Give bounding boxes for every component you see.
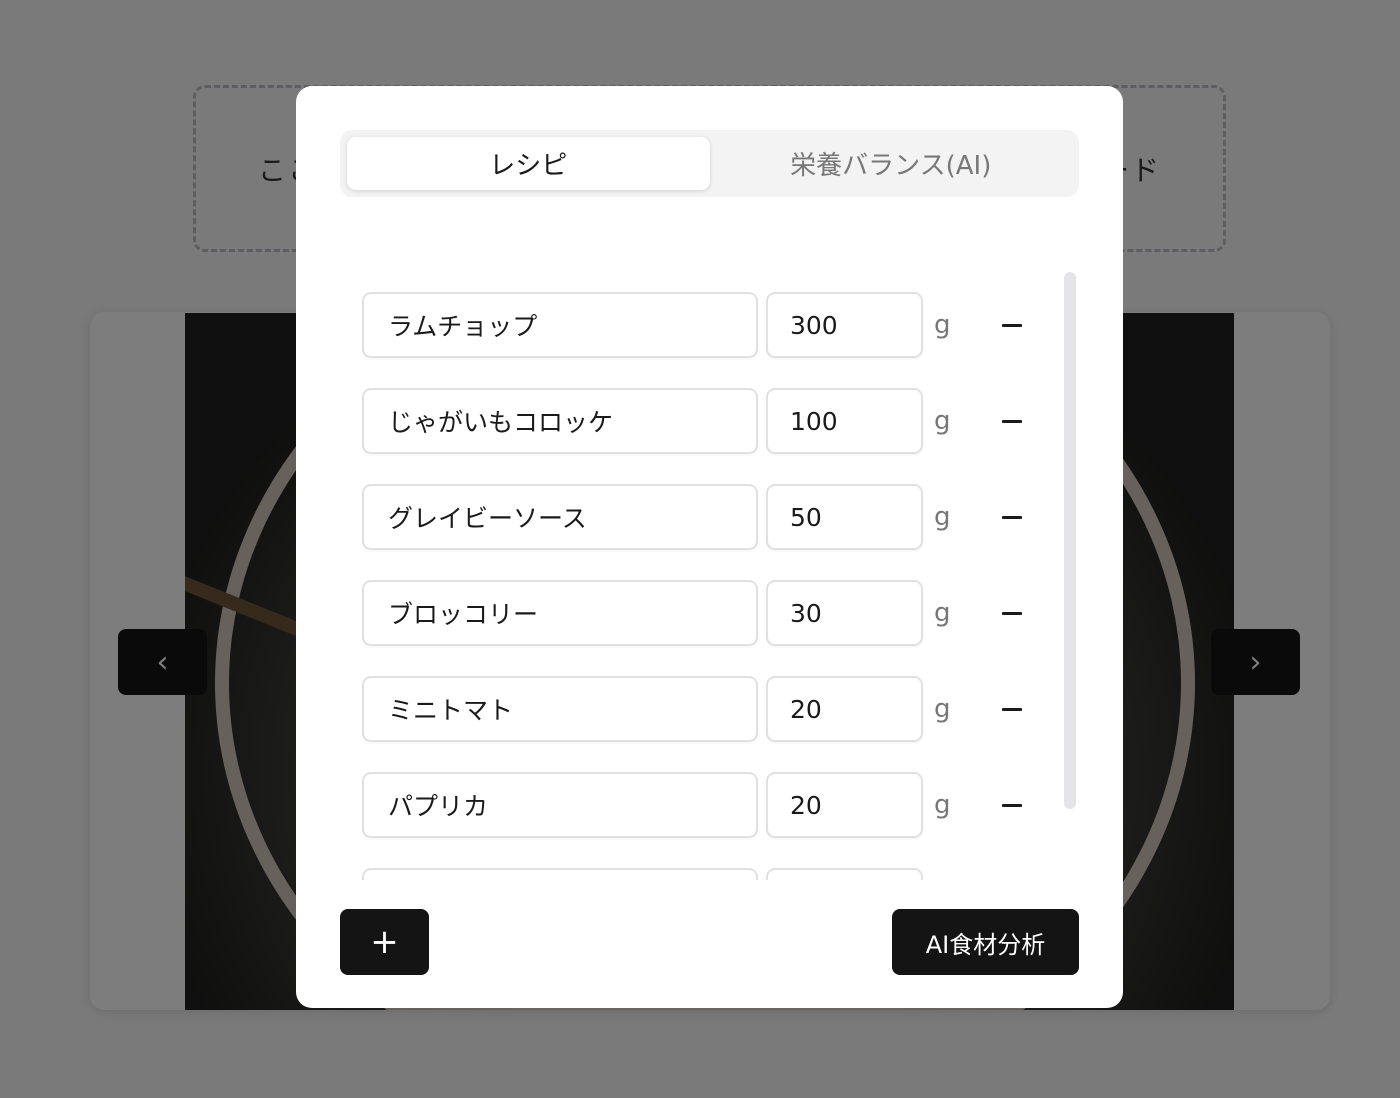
- remove-ingredient-button[interactable]: [996, 697, 1028, 721]
- minus-icon: [1002, 611, 1022, 615]
- unit-label: g: [934, 790, 951, 820]
- ingredient-name-input[interactable]: ブロッコリー: [362, 580, 758, 646]
- ingredient-name-input[interactable]: グレイビーソース: [362, 484, 758, 550]
- ingredient-name-input[interactable]: パプリカ: [362, 772, 758, 838]
- ingredient-list-scrollbar[interactable]: [1064, 272, 1076, 809]
- ingredient-amount-input[interactable]: [766, 868, 923, 880]
- ingredient-row: じゃがいもコロッケ 100 g: [362, 388, 1042, 454]
- remove-ingredient-button[interactable]: [996, 601, 1028, 625]
- ingredient-row: ラムチョップ 300 g: [362, 292, 1042, 358]
- ingredient-amount-input[interactable]: 20: [766, 676, 923, 742]
- minus-icon: [1002, 707, 1022, 711]
- ingredient-amount-input[interactable]: 30: [766, 580, 923, 646]
- remove-ingredient-button[interactable]: [996, 505, 1028, 529]
- remove-ingredient-button[interactable]: [996, 409, 1028, 433]
- unit-label: g: [934, 694, 951, 724]
- ingredient-name-input[interactable]: じゃがいもコロッケ: [362, 388, 758, 454]
- ingredient-name-input[interactable]: ラムチョップ: [362, 292, 758, 358]
- ingredient-row: グレイビーソース 50 g: [362, 484, 1042, 550]
- remove-ingredient-button[interactable]: [996, 313, 1028, 337]
- ingredient-list: ラムチョップ 300 g じゃがいもコロッケ 100 g グレイビーソース 50 g ブロッコリー…: [362, 292, 1042, 880]
- tab-recipe[interactable]: レシピ: [347, 137, 710, 190]
- ai-ingredient-analysis-button[interactable]: AI食材分析: [892, 909, 1079, 975]
- ingredient-amount-input[interactable]: 20: [766, 772, 923, 838]
- add-ingredient-button[interactable]: +: [340, 909, 429, 975]
- minus-icon: [1002, 323, 1022, 327]
- ingredient-row: パプリカ 20 g: [362, 772, 1042, 838]
- unit-label: g: [934, 310, 951, 340]
- unit-label: g: [934, 406, 951, 436]
- ingredient-name-input[interactable]: [362, 868, 758, 880]
- tab-nutrition-balance[interactable]: 栄養バランス(AI): [710, 137, 1073, 190]
- minus-icon: [1002, 803, 1022, 807]
- ingredient-amount-input[interactable]: 100: [766, 388, 923, 454]
- ingredient-row: ブロッコリー 30 g: [362, 580, 1042, 646]
- tab-bar: レシピ 栄養バランス(AI): [340, 130, 1079, 197]
- ingredient-row: ミニトマト 20 g: [362, 676, 1042, 742]
- ingredient-amount-input[interactable]: 300: [766, 292, 923, 358]
- minus-icon: [1002, 515, 1022, 519]
- minus-icon: [1002, 419, 1022, 423]
- unit-label: g: [934, 502, 951, 532]
- unit-label: g: [934, 598, 951, 628]
- ingredient-row: [362, 868, 1042, 880]
- remove-ingredient-button[interactable]: [996, 793, 1028, 817]
- ingredient-amount-input[interactable]: 50: [766, 484, 923, 550]
- recipe-modal: レシピ 栄養バランス(AI) ラムチョップ 300 g じゃがいもコロッケ 100 g グレ…: [296, 86, 1123, 1008]
- ingredient-name-input[interactable]: ミニトマト: [362, 676, 758, 742]
